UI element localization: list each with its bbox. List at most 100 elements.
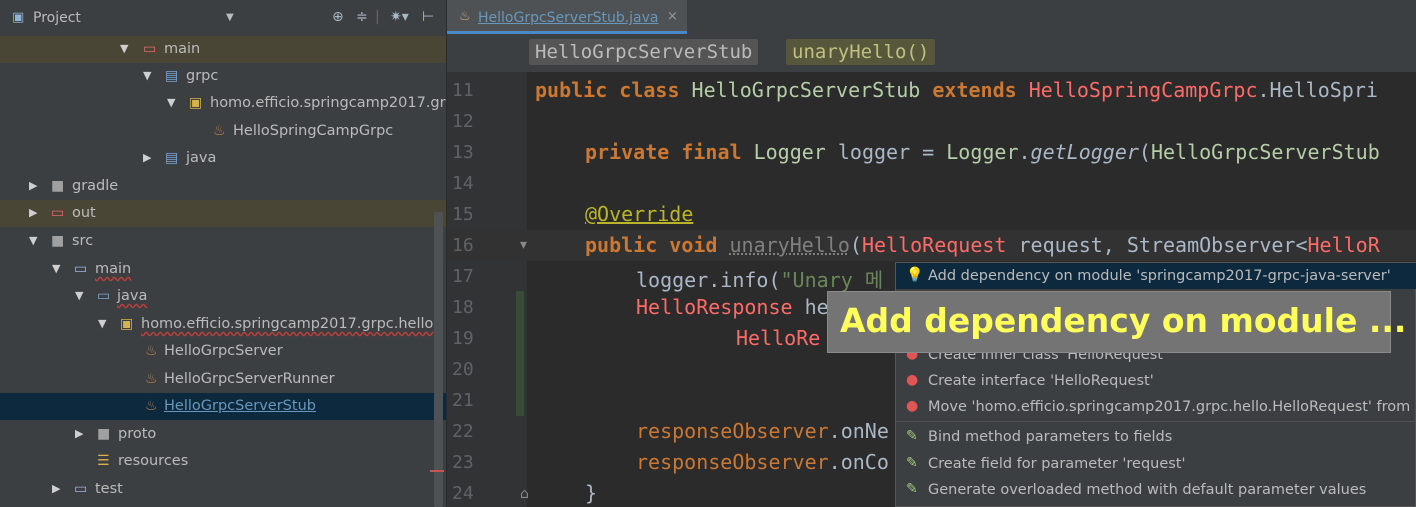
code-keyword: extends — [932, 78, 1029, 102]
package-icon: ▣ — [189, 95, 203, 111]
intention-generate-overloaded[interactable]: ✎ Generate overloaded method with defaul… — [896, 477, 1416, 503]
project-view-icon: ▣ — [12, 10, 25, 25]
tree-item-label: main — [164, 41, 201, 57]
code-text: .HelloSpri — [1257, 78, 1378, 102]
wand-icon: ✎ — [906, 428, 918, 444]
code-line-current[interactable]: 16 ▾ public void unaryHello(HelloRequest… — [447, 230, 1416, 261]
fold-icon[interactable]: ⌂ — [520, 486, 529, 502]
java-class-icon: ♨ — [145, 343, 158, 359]
folder-icon: ▭ — [143, 41, 157, 57]
line-number: 24 — [452, 483, 474, 504]
expand-arrow-icon[interactable]: ▼ — [29, 234, 37, 247]
line-number: 15 — [452, 204, 474, 225]
source-folder-icon: ▤ — [165, 68, 179, 84]
breadcrumb-class[interactable]: HelloGrpcServerStub — [529, 39, 759, 65]
java-class-icon: ♨ — [213, 123, 226, 139]
line-number: 20 — [452, 359, 474, 380]
intention-create-field[interactable]: ✎ Create field for parameter 'request' — [896, 451, 1416, 477]
tab-hello-grpc-server-stub[interactable]: ♨ HelloGrpcServerStub.java × — [447, 0, 687, 34]
line-number: 22 — [452, 421, 474, 442]
line-number: 17 — [452, 266, 474, 287]
module-folder-icon: ▭ — [74, 481, 88, 497]
close-icon[interactable]: × — [667, 9, 678, 24]
code-line[interactable]: 12 — [447, 106, 1416, 137]
tree-item-gradle[interactable]: ▶ ■ gradle — [0, 173, 446, 200]
collapse-icon[interactable]: ≑ — [356, 9, 368, 25]
line-number: 11 — [452, 80, 474, 101]
tree-item-src[interactable]: ▼ ■ src — [0, 228, 446, 255]
tree-item-label: HelloSpringCampGrpc — [233, 123, 394, 139]
target-icon[interactable]: ⊕ — [332, 9, 344, 25]
code-keyword: private final — [585, 140, 754, 164]
expand-arrow-icon[interactable]: ▶ — [75, 427, 83, 440]
expand-arrow-icon[interactable]: ▼ — [143, 69, 151, 82]
line-number: 18 — [452, 297, 474, 318]
tree-item-class[interactable]: ♨ HelloGrpcServerRunner — [0, 366, 446, 393]
expand-arrow-icon[interactable]: ▶ — [29, 179, 37, 192]
intention-label: Add dependency on module 'springcamp2017… — [928, 268, 1391, 284]
java-class-icon: ♨ — [145, 371, 158, 387]
expand-arrow-icon[interactable]: ▼ — [52, 262, 60, 275]
tree-item-out[interactable]: ▶ ▭ out — [0, 200, 446, 227]
tree-item-main-module[interactable]: ▼ ▭ main — [0, 256, 446, 283]
expand-arrow-icon[interactable]: ▶ — [29, 206, 37, 219]
java-class-icon: ♨ — [145, 398, 158, 414]
scrollbar-thumb[interactable] — [434, 212, 443, 507]
tree-item-class[interactable]: ♨ HelloSpringCampGrpc — [0, 118, 446, 145]
editor-tabbar: ♨ HelloGrpcServerStub.java × — [447, 0, 1416, 34]
tree-item-resources[interactable]: ☰ resources — [0, 448, 446, 475]
tree-item-label: resources — [118, 453, 189, 469]
separator-icon: | — [375, 9, 380, 25]
intention-add-dependency[interactable]: 💡 Add dependency on module 'springcamp20… — [896, 263, 1416, 289]
tree-item-proto[interactable]: ▶ ■ proto — [0, 421, 446, 448]
folder-icon: ▭ — [51, 205, 65, 221]
tree-item-class-selected[interactable]: ♨ HelloGrpcServerStub — [0, 393, 446, 420]
tree-item-main[interactable]: ▼ ▭ main — [0, 36, 446, 63]
expand-arrow-icon[interactable]: ▼ — [167, 96, 175, 109]
breadcrumb-method[interactable]: unaryHello() — [786, 39, 936, 65]
tree-item-test[interactable]: ▶ ▭ test — [0, 476, 446, 503]
chevron-down-icon[interactable]: ▼ — [226, 12, 234, 23]
folder-icon: ■ — [97, 426, 111, 442]
code-unresolved: HelloSpringCampGrpc — [1028, 78, 1258, 102]
code-text: logger.info( — [636, 268, 781, 292]
code-keyword: public void — [585, 233, 730, 257]
tree-item-grpc[interactable]: ▼ ▤ grpc — [0, 63, 446, 90]
code-line[interactable]: 15 @Override — [447, 199, 1416, 230]
tree-item-label: java — [186, 150, 217, 166]
intention-bind-parameters[interactable]: ✎ Bind method parameters to fields — [896, 424, 1416, 450]
line-number: 16 — [452, 235, 474, 256]
bookmark-icon[interactable]: ▾ — [520, 237, 527, 253]
code-line[interactable]: 11 public class HelloGrpcServerStub exte… — [447, 75, 1416, 106]
caption-text: Add dependency on module ... — [840, 301, 1407, 340]
expand-arrow-icon[interactable]: ▼ — [98, 317, 106, 330]
gear-icon[interactable]: ✷▾ — [390, 9, 409, 25]
expand-arrow-icon[interactable]: ▶ — [52, 482, 60, 495]
expand-arrow-icon[interactable]: ▼ — [75, 289, 83, 302]
expand-arrow-icon[interactable]: ▶ — [143, 151, 151, 164]
folder-icon: ■ — [51, 233, 65, 249]
code-text: ( — [1138, 140, 1151, 164]
tree-item-label: src — [72, 233, 94, 249]
code-text: logger = — [837, 140, 947, 164]
tree-item-package-hello[interactable]: ▼ ▣ homo.efficio.springcamp2017.grpc.hel… — [0, 311, 446, 338]
tree-item-class[interactable]: ♨ HelloGrpcServer — [0, 338, 446, 365]
code-line[interactable]: 13 private final Logger logger = Logger.… — [447, 137, 1416, 168]
expand-arrow-icon[interactable]: ▼ — [120, 42, 128, 55]
source-folder-icon: ▭ — [97, 288, 111, 304]
intention-create-interface[interactable]: ● Create interface 'HelloRequest' — [896, 368, 1416, 394]
project-title[interactable]: Project — [33, 10, 81, 26]
code-unresolved: HelloR — [1307, 233, 1380, 257]
tree-item-label: homo.efficio.springcamp2017.grpc — [210, 95, 446, 111]
tree-item-package[interactable]: ▼ ▣ homo.efficio.springcamp2017.grpc — [0, 90, 446, 117]
tree-item-label: out — [72, 205, 96, 221]
hide-icon[interactable]: ⊢ — [422, 9, 434, 25]
code-method-call: getLogger — [1030, 140, 1139, 164]
tree-item-java-src[interactable]: ▼ ▭ java — [0, 283, 446, 310]
tree-item-label: HelloGrpcServer — [164, 343, 283, 359]
intention-move-class[interactable]: ● Move 'homo.efficio.springcamp2017.grpc… — [896, 394, 1416, 420]
line-number: 21 — [452, 390, 474, 411]
bulb-icon: ● — [906, 372, 919, 388]
tree-item-java[interactable]: ▶ ▤ java — [0, 145, 446, 172]
code-line[interactable]: 14 — [447, 168, 1416, 199]
